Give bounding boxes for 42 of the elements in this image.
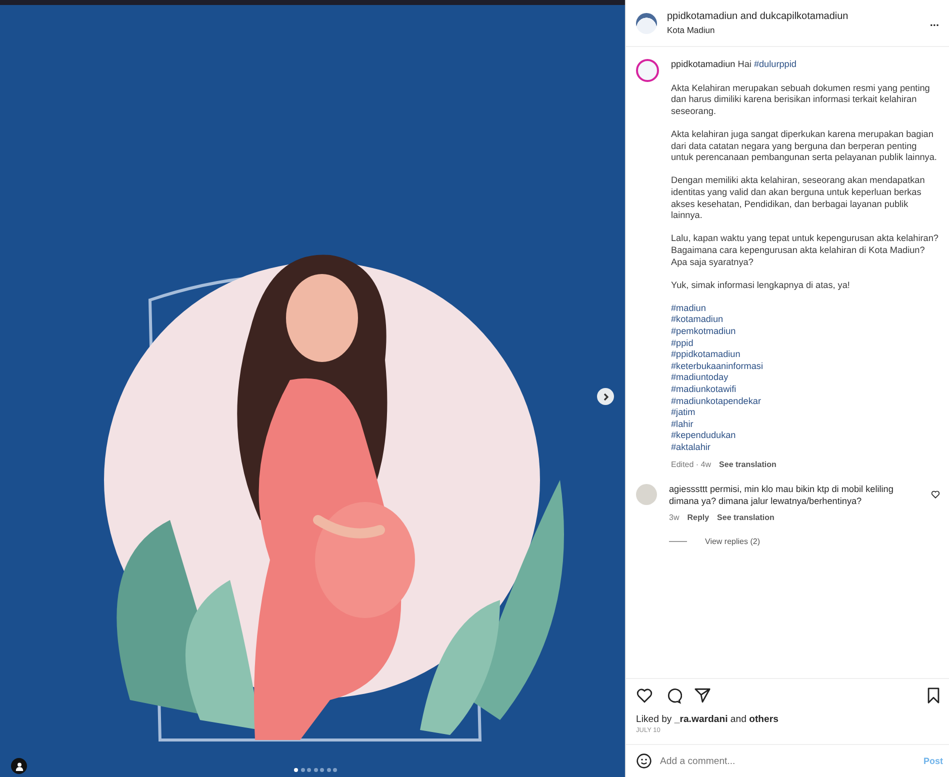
likes-text[interactable]: Liked by _ra.wardani and others xyxy=(626,710,788,727)
person-icon xyxy=(14,762,24,770)
hashtag-link[interactable]: #madiuntoday xyxy=(671,372,728,384)
account-avatar[interactable] xyxy=(636,12,657,34)
comment-time: 3w xyxy=(669,512,680,524)
location-link[interactable]: Kota Madiun xyxy=(667,25,920,35)
greeting-text: Hai xyxy=(738,59,752,69)
hashtag-link[interactable]: #ppidkotamadiun xyxy=(671,349,740,361)
view-replies-link[interactable]: View replies (2) xyxy=(705,536,760,548)
hashtag-link[interactable]: #lahir xyxy=(671,418,694,430)
caption-paragraph: Akta Kelahiran merupakan sebuah dokumen resmi yang penting dan harus dimiliki karena berisikan informasi terkait kelahiran seseorang. xyxy=(671,82,931,118)
bookmark-icon[interactable] xyxy=(926,687,941,704)
like-comment-icon[interactable] xyxy=(931,490,940,500)
more-options-button[interactable]: ... xyxy=(930,17,939,29)
hashtag-link[interactable]: #madiunkotapendekar xyxy=(671,396,761,408)
emoji-icon[interactable] xyxy=(636,753,652,769)
caption-paragraph: Dengan memiliki akta kelahiran, seseorang akan mendapatkan identitas yang valid dan akan berguna untuk keperluan berkas akses kesehatan, Pendidikan, dan berbagai layanan publik lainnya. xyxy=(671,175,926,222)
caption-paragraph: Lalu, kapan waktu yang tepat untuk kepengurusan akta kelahiran? Bagaimana cara kepengurusan akta kelahiran di Kota Madiun? Apa saja syaratnya? xyxy=(671,233,939,268)
hashtag-link[interactable]: #keterbukaaninformasi xyxy=(671,360,763,372)
hashtag-link[interactable]: #madiunkotawifi xyxy=(671,384,736,396)
hashtag-link[interactable]: #kependudukan xyxy=(671,430,736,442)
like-icon[interactable] xyxy=(636,687,653,704)
caption-paragraph: Yuk, simak informasi lengkapnya di atas, ya! xyxy=(671,280,851,292)
hashtag-link[interactable]: #ppid xyxy=(671,338,694,350)
account-name[interactable]: ppidkotamadiun and dukcapilkotamadiun xyxy=(667,11,920,22)
hashtag-link[interactable]: #pemkotmadiun xyxy=(671,326,736,338)
hashtag-link[interactable]: #madiun xyxy=(671,302,706,314)
see-translation-link[interactable]: See translation xyxy=(717,512,774,524)
hashtag-link[interactable]: #kotamadiun xyxy=(671,314,724,326)
reply-link[interactable]: Reply xyxy=(687,512,710,524)
caption-paragraph: Akta kelahiran juga sangat diperkukan karena merupakan bagian dari data catatan negara yang berguna dan berperan penting untuk perencanaan pembangunan serta pelayanan publik lainnya. xyxy=(671,128,938,164)
username[interactable]: ppidkotamadiun xyxy=(671,59,736,69)
comment-text: agiesssttt permisi, min klo mau bikin ktp di mobil keliling dimana ya? dimana jalur lewatnya/berhentinya? xyxy=(669,484,894,508)
hashtag-link[interactable]: #jatim xyxy=(671,407,696,419)
see-translation-link[interactable]: See translation xyxy=(719,458,776,470)
hashtag-link[interactable]: #dulurppid xyxy=(754,59,796,69)
comment-icon[interactable] xyxy=(665,687,682,704)
edited-time: Edited · 4w xyxy=(671,458,712,470)
send-icon[interactable] xyxy=(694,687,711,704)
account-avatar[interactable] xyxy=(636,59,659,82)
chevron-right-icon xyxy=(602,392,610,400)
hashtag-link[interactable]: #aktalahir xyxy=(671,442,710,454)
